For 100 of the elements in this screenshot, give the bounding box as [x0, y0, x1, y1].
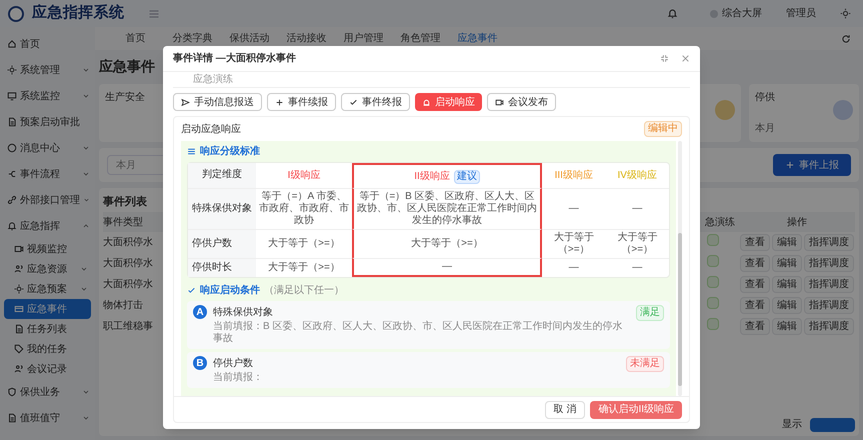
sidebar-item[interactable]: 外部接口管理	[0, 187, 95, 213]
notification-icon[interactable]	[667, 8, 678, 19]
panel-title: 响应启动条件	[200, 283, 260, 298]
dialog-title: 事件详情 —大面积停水事件	[173, 51, 297, 66]
nav-tab[interactable]: 角色管理	[392, 31, 449, 46]
status-tag	[707, 255, 719, 267]
row-action-button[interactable]: 指挥调度	[804, 255, 854, 272]
table-cell: 大于等于（>=）	[542, 229, 606, 258]
row-action-button[interactable]: 查看	[740, 276, 770, 293]
row-action-button[interactable]: 指挥调度	[804, 234, 854, 251]
tag-icon	[14, 344, 24, 354]
suggestion-badge: 建议	[454, 170, 480, 184]
nav-tab[interactable]: 首页	[107, 31, 164, 46]
nav-tab[interactable]: 活动接收	[278, 31, 335, 46]
sidebar-item[interactable]: 任务列表	[4, 319, 91, 339]
condition-detail: 当前填报：B 区委、区政府、区人大、区政协、市、区人民医院在正常工作时间内发生的停水事故	[213, 321, 624, 345]
sidebar-item[interactable]: 我的任务	[4, 339, 91, 359]
sidebar-item[interactable]: 应急资源	[4, 259, 91, 279]
action-button[interactable]: 事件续报	[267, 93, 336, 111]
table-cell: —	[542, 188, 606, 229]
table-cell: 大面积停水	[103, 258, 153, 269]
column-header: 操作	[786, 216, 808, 230]
status-tag	[707, 297, 719, 309]
status-tag: 编辑中	[644, 121, 682, 137]
column-header: 急演练	[705, 216, 736, 230]
gear-icon	[7, 65, 17, 75]
sidebar-item[interactable]: 应急指挥	[0, 213, 95, 239]
send-icon	[181, 98, 190, 106]
table-row-header: 停供户数	[188, 229, 256, 258]
sidebar-item[interactable]: 会议记录	[4, 359, 91, 379]
gear-icon	[14, 284, 24, 294]
sidebar-item[interactable]: 保供业务	[0, 379, 95, 405]
alarm-icon	[422, 98, 431, 106]
exit-fullscreen-icon[interactable]	[660, 54, 669, 63]
nav-tab[interactable]: 保供活动	[221, 31, 278, 46]
row-action-button[interactable]: 指挥调度	[804, 318, 854, 335]
people-icon	[14, 364, 24, 374]
plus-icon	[785, 160, 795, 170]
settings-icon[interactable]	[840, 8, 851, 19]
row-action-button[interactable]: 查看	[740, 318, 770, 335]
report-button[interactable]: 事件上报	[773, 154, 851, 176]
table-row-header: 停供时长	[188, 258, 256, 277]
action-button[interactable]: 手动信息报送	[173, 93, 262, 111]
panel-title: 响应分级标准	[200, 144, 260, 159]
row-action-button[interactable]: 查看	[740, 297, 770, 314]
sidebar-item[interactable]: 系统管理	[0, 57, 95, 83]
row-action-button[interactable]: 编辑	[772, 297, 802, 314]
refresh-icon[interactable]	[841, 34, 851, 44]
confirm-button[interactable]: 确认启动II级响应	[590, 400, 682, 418]
row-action-button[interactable]: 查看	[740, 255, 770, 272]
nav-tab[interactable]: 用户管理	[335, 31, 392, 46]
card-note: 本月	[755, 122, 775, 136]
sidebar-item[interactable]: 视频监控	[4, 239, 91, 259]
video-icon	[495, 98, 504, 106]
video-icon	[14, 244, 24, 254]
sidebar-item[interactable]: 事件流程	[0, 161, 95, 187]
row-action-button[interactable]: 编辑	[772, 318, 802, 335]
sidebar-item[interactable]: 首页	[0, 31, 95, 57]
table-cell: —	[606, 258, 669, 277]
table-cell: 等于（=）A 市委、市政府、市政府、市政协	[256, 188, 352, 229]
page-size-select[interactable]	[810, 418, 855, 432]
level-header: IV级响应	[618, 168, 657, 183]
row-action-button[interactable]: 编辑	[772, 255, 802, 272]
action-button[interactable]: 启动响应	[415, 93, 482, 111]
sidebar-item[interactable]: 系统监控	[0, 83, 95, 109]
row-action-button[interactable]: 编辑	[772, 234, 802, 251]
sidebar-item[interactable]: 消息中心	[0, 135, 95, 161]
action-button[interactable]: 会议发布	[487, 93, 556, 111]
scrollbar[interactable]	[678, 141, 682, 396]
cancel-button[interactable]: 取 消	[544, 400, 586, 418]
people-icon	[14, 264, 24, 274]
table-cell: 大于等于（>=）	[256, 229, 352, 258]
row-action-button[interactable]: 编辑	[772, 276, 802, 293]
user-name[interactable]: 管理员	[786, 6, 816, 21]
nav-tab[interactable]: 分类字典	[164, 31, 221, 46]
row-action-button[interactable]: 指挥调度	[804, 297, 854, 314]
monitor-icon	[7, 91, 17, 101]
row-action-button[interactable]: 指挥调度	[804, 276, 854, 293]
action-button[interactable]: 事件终报	[341, 93, 410, 111]
plus-icon	[275, 98, 284, 106]
page-heading: 应急事件	[99, 56, 155, 76]
letter-badge: A	[193, 305, 207, 319]
pagination-info: 显示	[782, 418, 802, 432]
table-cell: 大于等于（>=）	[606, 229, 669, 258]
close-icon[interactable]	[681, 54, 690, 63]
nav-tab[interactable]: 应急事件	[449, 31, 506, 46]
shield-icon	[7, 387, 17, 397]
sidebar-item[interactable]: 值班值守	[0, 405, 95, 431]
document-icon	[7, 117, 17, 127]
table-cell: —	[352, 258, 542, 277]
status-tag	[707, 276, 719, 288]
sidebar-item[interactable]: 应急事件	[4, 299, 91, 319]
row-action-button[interactable]: 查看	[740, 234, 770, 251]
status-tag	[707, 234, 719, 246]
sidebar-item[interactable]: 应急预案	[4, 279, 91, 299]
sidebar-item[interactable]: 预案启动审批	[0, 109, 95, 135]
bell-icon	[7, 221, 17, 231]
check-icon	[349, 98, 358, 106]
screen-link[interactable]: 综合大屏	[722, 6, 762, 21]
detail-tab[interactable]: 应急演练	[193, 74, 233, 84]
